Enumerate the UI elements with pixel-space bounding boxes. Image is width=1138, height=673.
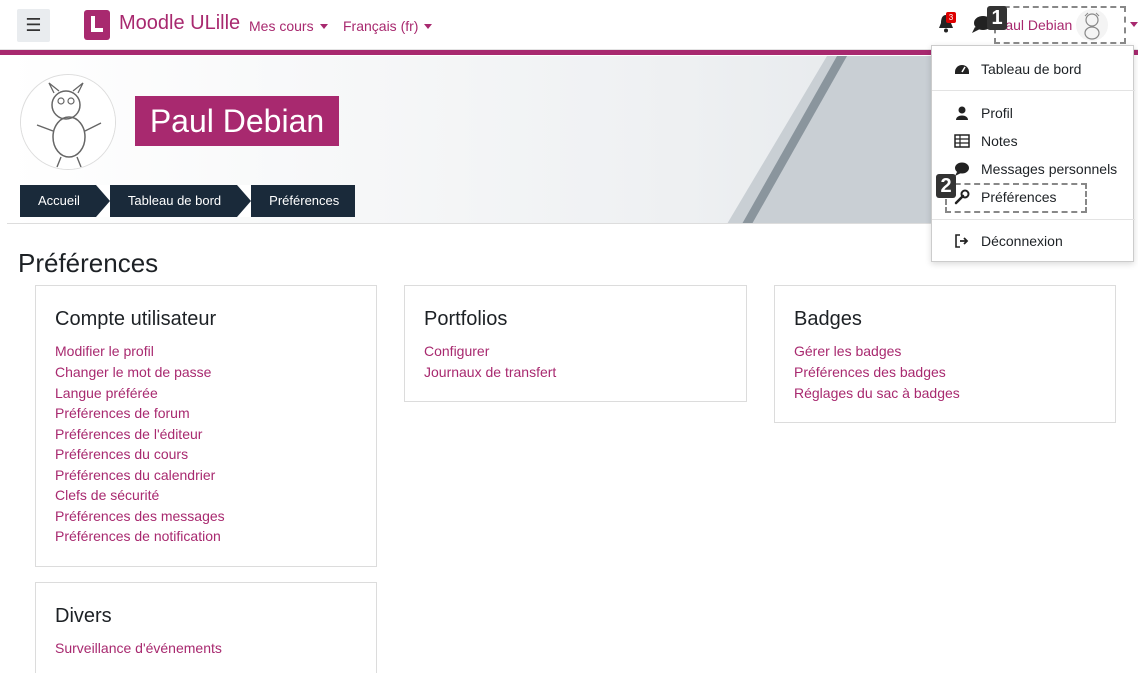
link-event-monitoring[interactable]: Surveillance d'événements bbox=[55, 640, 222, 656]
notification-badge: 3 bbox=[946, 12, 956, 23]
menu-divider bbox=[932, 90, 1135, 91]
card-title: Compte utilisateur bbox=[55, 308, 217, 330]
site-brand[interactable]: Moodle ULille bbox=[119, 12, 240, 35]
chat-icon bbox=[955, 162, 969, 176]
breadcrumb-separator bbox=[237, 185, 252, 217]
card-badges: Badges Gérer les badges Préférences des … bbox=[774, 285, 1116, 423]
menu-item-label: Déconnexion bbox=[981, 233, 1063, 249]
link-course-preferences[interactable]: Préférences du cours bbox=[55, 446, 188, 462]
link-forum-preferences[interactable]: Préférences de forum bbox=[55, 405, 190, 421]
callout-box-1 bbox=[994, 6, 1126, 44]
chevron-down-icon bbox=[319, 24, 328, 29]
profile-name: Paul Debian bbox=[135, 96, 339, 146]
my-courses-menu[interactable]: Mes cours bbox=[249, 18, 328, 34]
dashboard-icon bbox=[955, 65, 969, 74]
menu-item-messages[interactable]: Messages personnels bbox=[932, 157, 1135, 183]
breadcrumb-dashboard[interactable]: Tableau de bord bbox=[109, 185, 238, 217]
link-change-password[interactable]: Changer le mot de passe bbox=[55, 364, 211, 380]
menu-item-grades[interactable]: Notes bbox=[932, 129, 1135, 155]
breadcrumb-separator bbox=[95, 185, 110, 217]
language-menu[interactable]: Français (fr) bbox=[343, 18, 433, 34]
user-menu-dropdown: Tableau de bord Profil Notes Messages pe… bbox=[931, 45, 1135, 262]
card-title: Badges bbox=[794, 308, 862, 330]
chevron-down-icon bbox=[424, 24, 433, 29]
language-label: Français (fr) bbox=[343, 18, 419, 34]
menu-item-label: Tableau de bord bbox=[981, 61, 1082, 77]
menu-item-label: Profil bbox=[981, 105, 1013, 121]
table-icon bbox=[954, 134, 970, 148]
ulille-logo[interactable] bbox=[84, 10, 110, 40]
link-editor-preferences[interactable]: Préférences de l'éditeur bbox=[55, 426, 202, 442]
my-courses-label: Mes cours bbox=[249, 18, 314, 34]
card-user-account: Compte utilisateur Modifier le profil Ch… bbox=[35, 285, 377, 567]
card-misc: Divers Surveillance d'événements bbox=[35, 582, 377, 673]
hamburger-icon[interactable]: ☰ bbox=[17, 9, 50, 42]
link-calendar-preferences[interactable]: Préférences du calendrier bbox=[55, 467, 215, 483]
link-security-keys[interactable]: Clefs de sécurité bbox=[55, 487, 159, 503]
link-message-preferences[interactable]: Préférences des messages bbox=[55, 508, 225, 524]
profile-avatar bbox=[20, 74, 116, 170]
link-backpack-settings[interactable]: Réglages du sac à badges bbox=[794, 385, 960, 401]
sign-out-icon bbox=[955, 234, 969, 248]
link-transfer-logs[interactable]: Journaux de transfert bbox=[424, 364, 556, 380]
link-manage-badges[interactable]: Gérer les badges bbox=[794, 343, 901, 359]
top-navbar: ☰ Moodle ULille Mes cours Français (fr) … bbox=[0, 0, 1138, 50]
link-configure[interactable]: Configurer bbox=[424, 343, 489, 359]
breadcrumb-preferences: Préférences bbox=[251, 185, 356, 217]
link-notification-preferences[interactable]: Préférences de notification bbox=[55, 528, 221, 544]
menu-item-label: Notes bbox=[981, 133, 1018, 149]
link-preferred-language[interactable]: Langue préférée bbox=[55, 385, 158, 401]
callout-box-2 bbox=[945, 183, 1087, 213]
menu-item-profile[interactable]: Profil bbox=[932, 101, 1135, 127]
menu-item-label: Messages personnels bbox=[981, 161, 1118, 177]
menu-divider bbox=[932, 219, 1135, 220]
breadcrumb: Accueil Tableau de bord Préférences bbox=[20, 185, 356, 217]
callout-number-2: 2 bbox=[936, 174, 956, 198]
card-title: Divers bbox=[55, 605, 112, 627]
card-title: Portfolios bbox=[424, 308, 508, 330]
menu-item-logout[interactable]: Déconnexion bbox=[932, 229, 1135, 255]
card-portfolios: Portfolios Configurer Journaux de transf… bbox=[404, 285, 747, 402]
link-badge-preferences[interactable]: Préférences des badges bbox=[794, 364, 946, 380]
user-icon bbox=[956, 106, 968, 120]
callout-number-1: 1 bbox=[987, 6, 1007, 30]
page-title: Préférences bbox=[18, 248, 159, 278]
menu-item-dashboard[interactable]: Tableau de bord bbox=[932, 57, 1135, 83]
chevron-down-icon[interactable] bbox=[1130, 22, 1138, 27]
link-edit-profile[interactable]: Modifier le profil bbox=[55, 343, 154, 359]
breadcrumb-home[interactable]: Accueil bbox=[20, 185, 96, 217]
